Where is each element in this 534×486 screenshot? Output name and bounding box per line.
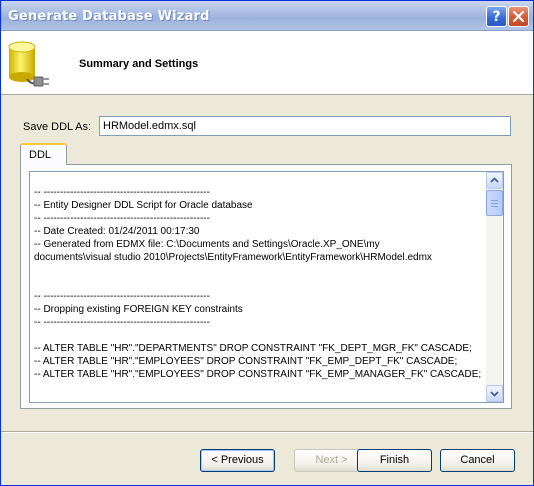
- ddl-vertical-scrollbar[interactable]: [486, 172, 503, 402]
- ddl-line: -- -------------------------------------…: [34, 291, 210, 302]
- ddl-line: -- ALTER TABLE "HR"."EMPLOYEES" DROP CON…: [34, 356, 458, 367]
- title-bar[interactable]: Generate Database Wizard ?: [1, 1, 533, 31]
- ddl-line: -- ALTER TABLE "HR"."DEPARTMENTS" DROP C…: [34, 343, 472, 354]
- save-ddl-label: Save DDL As:: [23, 121, 92, 133]
- footer-divider: [1, 431, 533, 433]
- ddl-line: -- Date Created: 01/24/2011 00:17:30: [34, 226, 200, 237]
- page-title: Summary and Settings: [79, 58, 199, 70]
- ddl-line: [34, 329, 489, 342]
- ddl-line: [34, 277, 489, 290]
- ddl-line: -- -------------------------------------…: [34, 187, 210, 198]
- ddl-line: -- Entity Designer DDL Script for Oracle…: [34, 200, 253, 211]
- tab-ddl[interactable]: DDL: [20, 143, 67, 165]
- ddl-line: -- -------------------------------------…: [34, 317, 210, 328]
- wizard-window: Generate Database Wizard ? Summary and S…: [0, 0, 534, 486]
- tab-ddl-label: DDL: [29, 149, 52, 161]
- wizard-header: Summary and Settings: [1, 31, 533, 95]
- ddl-tab-panel: -- -------------------------------------…: [20, 164, 512, 409]
- ddl-line: -- Generated from EDMX file: C:\Document…: [34, 239, 380, 250]
- database-plug-icon: [8, 41, 49, 87]
- scroll-down-button[interactable]: [486, 385, 503, 402]
- ddl-line: [34, 264, 489, 277]
- finish-button[interactable]: Finish: [357, 449, 432, 472]
- ddl-textarea[interactable]: -- -------------------------------------…: [29, 171, 504, 403]
- ddl-line: -- -------------------------------------…: [34, 213, 210, 224]
- previous-button[interactable]: < Previous: [200, 449, 275, 472]
- ddl-line: -- ALTER TABLE "HR"."EMPLOYEES" DROP CON…: [34, 369, 482, 380]
- help-button[interactable]: ?: [486, 6, 507, 27]
- cancel-button[interactable]: Cancel: [440, 449, 515, 472]
- scroll-thumb[interactable]: [486, 190, 503, 216]
- save-ddl-input[interactable]: HRModel.edmx.sql: [99, 116, 511, 136]
- help-icon: ?: [492, 9, 501, 25]
- ddl-line: -- Dropping existing FOREIGN KEY constra…: [34, 304, 243, 315]
- close-icon: [512, 10, 525, 23]
- close-button[interactable]: [508, 6, 529, 27]
- ddl-line: documents\visual studio 2010\Projects\En…: [34, 252, 432, 263]
- window-title: Generate Database Wizard: [8, 9, 210, 24]
- chevron-up-icon: [490, 177, 499, 183]
- ddl-text: -- -------------------------------------…: [34, 186, 489, 381]
- scroll-up-button[interactable]: [486, 172, 503, 189]
- chevron-down-icon: [490, 391, 499, 397]
